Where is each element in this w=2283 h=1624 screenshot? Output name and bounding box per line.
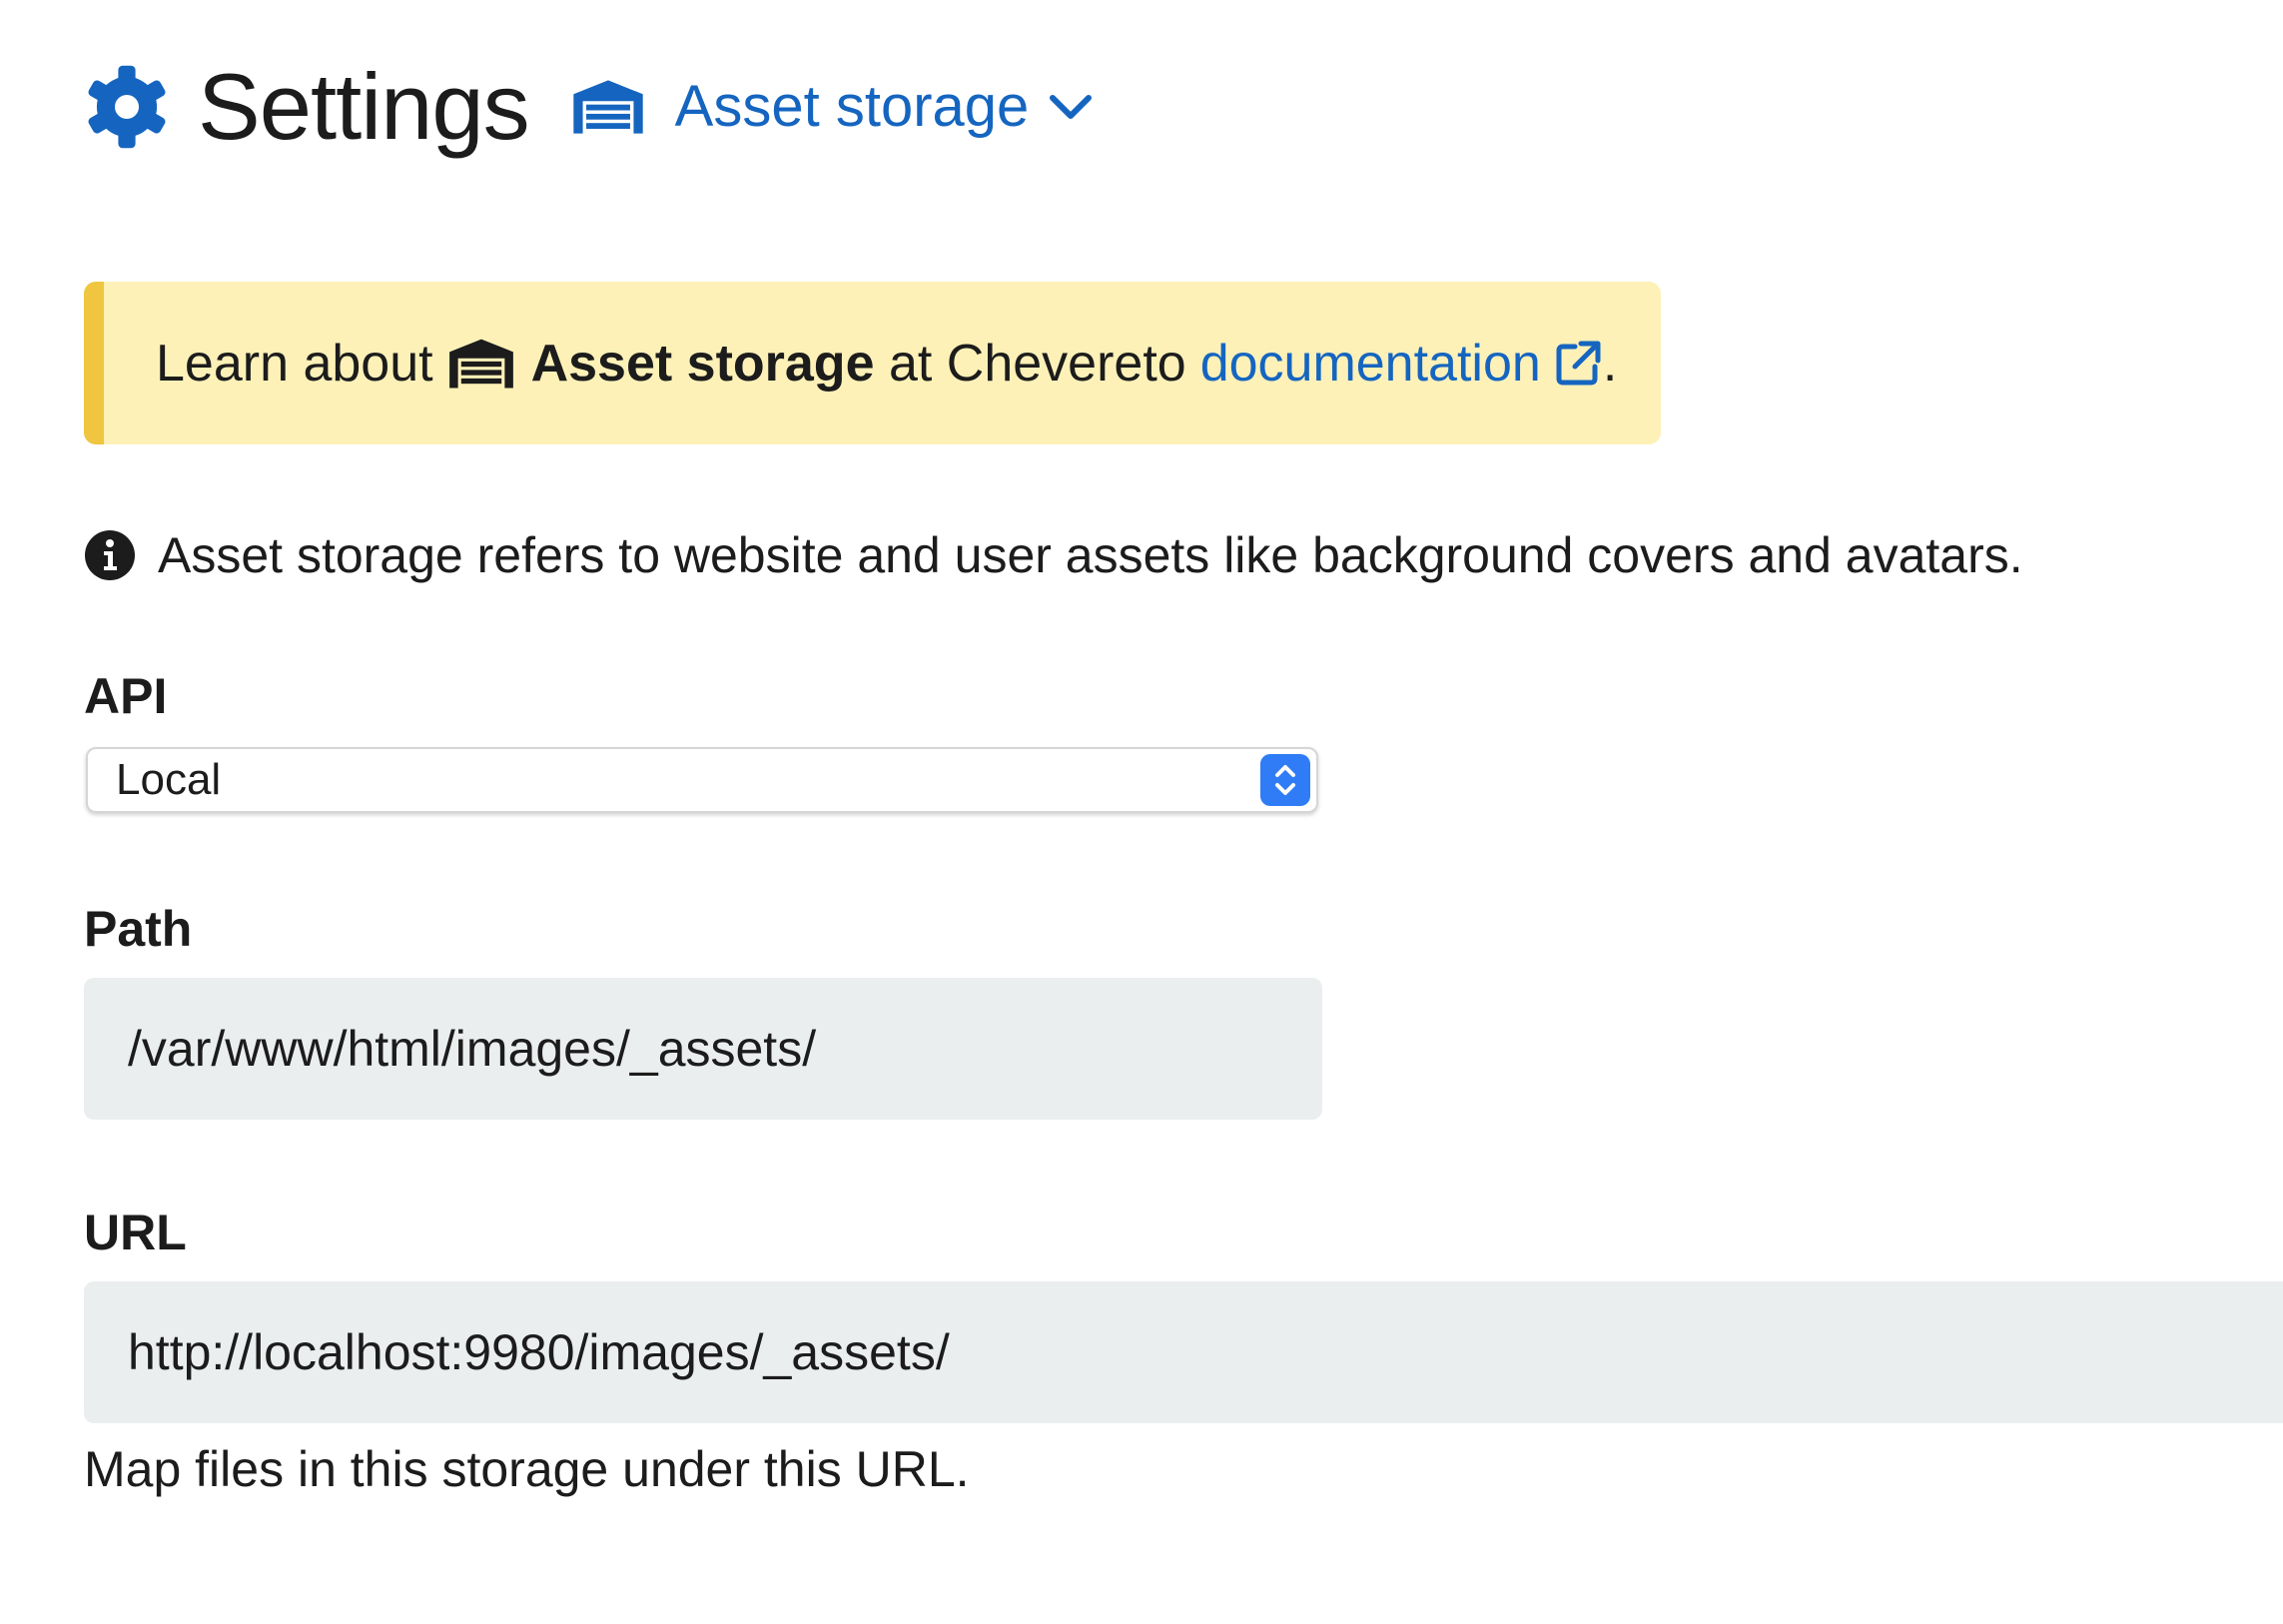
url-input-value: http://localhost:9980/images/_assets/ <box>128 1324 950 1380</box>
notice-prefix: Learn about <box>156 334 433 393</box>
api-select-value: Local <box>116 755 222 804</box>
url-input[interactable]: http://localhost:9980/images/_assets/ <box>84 1281 2283 1423</box>
info-circle-icon <box>85 530 135 580</box>
warehouse-icon <box>448 339 513 388</box>
section-dropdown[interactable]: Asset storage <box>571 78 1094 136</box>
path-input-value: /var/www/html/images/_assets/ <box>128 1021 817 1077</box>
api-label: API <box>84 668 168 724</box>
section-dropdown-label: Asset storage <box>674 74 1030 139</box>
api-select[interactable]: Local <box>86 747 1318 813</box>
warehouse-icon <box>572 80 643 134</box>
notice-feature-name: Asset storage <box>530 334 875 393</box>
notice-middle: at Chevereto <box>888 334 1186 393</box>
page-title: Settings <box>198 54 530 159</box>
chevron-down-icon <box>1050 95 1093 119</box>
external-link-icon[interactable] <box>1553 339 1603 389</box>
info-message: Asset storage refers to website and user… <box>84 526 2023 584</box>
url-label: URL <box>84 1205 187 1260</box>
documentation-notice: Learn about Asset storage at Chevereto d… <box>84 282 1661 444</box>
gear-icon <box>88 65 166 149</box>
url-help-text: Map files in this storage under this URL… <box>84 1441 970 1497</box>
info-text: Asset storage refers to website and user… <box>158 527 2023 583</box>
notice-suffix: . <box>1602 334 1618 393</box>
documentation-link[interactable]: documentation <box>1200 334 1541 394</box>
page-header: Settings Asset storage <box>84 52 1093 162</box>
path-label: Path <box>84 901 193 957</box>
select-arrows-icon <box>1260 754 1310 806</box>
path-input[interactable]: /var/www/html/images/_assets/ <box>84 978 1322 1120</box>
